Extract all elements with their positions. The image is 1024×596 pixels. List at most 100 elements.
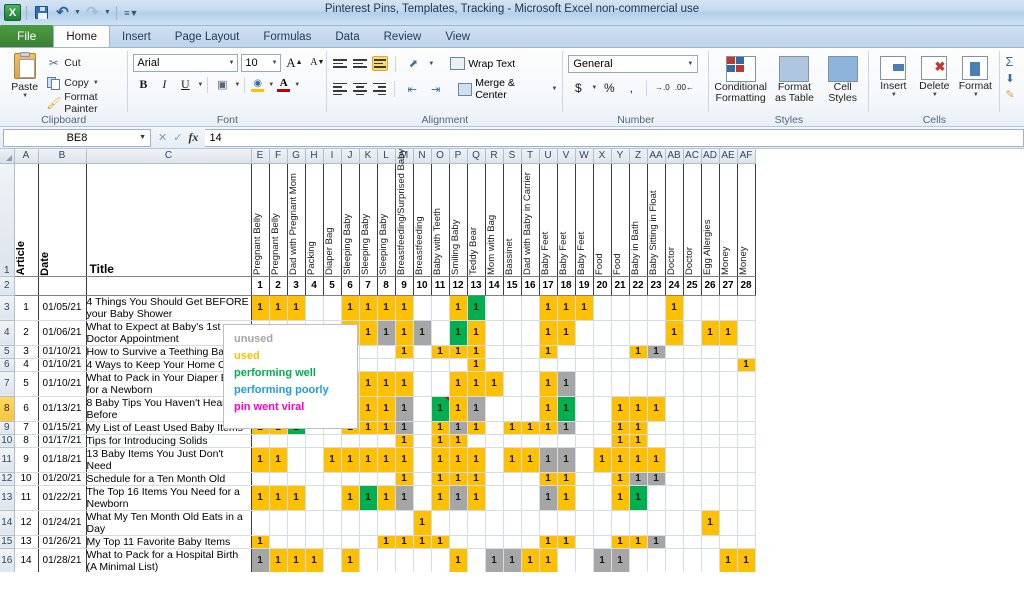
pin-cell[interactable] bbox=[359, 358, 378, 372]
pin-column-header-23[interactable]: Baby Sitting in Float bbox=[647, 163, 666, 277]
table-row[interactable]: 10 8 01/17/21 Tips for Introducing Solids 1 1… bbox=[0, 434, 756, 448]
pin-cell[interactable] bbox=[539, 358, 558, 372]
pin-cell[interactable] bbox=[737, 320, 756, 346]
row-header-15[interactable]: 15 bbox=[0, 535, 15, 549]
pin-cell[interactable] bbox=[665, 358, 684, 372]
pin-cell[interactable] bbox=[701, 548, 720, 572]
pin-number-7[interactable]: 7 bbox=[359, 276, 378, 296]
pin-cell[interactable] bbox=[701, 447, 720, 473]
align-right-button[interactable] bbox=[372, 82, 388, 97]
pin-cell[interactable] bbox=[737, 295, 756, 321]
pin-cell[interactable] bbox=[683, 510, 702, 536]
align-top-button[interactable] bbox=[332, 56, 348, 71]
pin-cell[interactable]: 1 bbox=[701, 510, 720, 536]
pin-cell[interactable] bbox=[485, 421, 504, 435]
wrap-text-button[interactable]: Wrap Text bbox=[450, 57, 515, 70]
pin-cell[interactable]: 1 bbox=[341, 447, 360, 473]
table-row[interactable]: 3 1 01/05/21 4 Things You Should Get BEFORE… bbox=[0, 295, 756, 321]
pin-column-header-28[interactable]: Money bbox=[737, 163, 756, 277]
pin-number-8[interactable]: 8 bbox=[377, 276, 396, 296]
pin-cell[interactable] bbox=[557, 358, 576, 372]
table-row[interactable]: 8 6 01/13/21 8 Baby Tips You Haven't Heard … bbox=[0, 396, 756, 422]
pin-column-header-2[interactable]: Pregnant Belly bbox=[269, 163, 288, 277]
pin-cell[interactable]: 1 bbox=[449, 447, 468, 473]
column-header-l[interactable]: L bbox=[377, 149, 396, 164]
merge-center-button[interactable]: Merge & Center ▼ bbox=[457, 77, 557, 101]
pin-cell[interactable] bbox=[521, 396, 540, 422]
pin-cell[interactable] bbox=[701, 485, 720, 511]
orientation-button[interactable]: ⬈ bbox=[403, 54, 423, 73]
pin-column-header-26[interactable]: Egg Allergies bbox=[701, 163, 720, 277]
column-header-af[interactable]: AF bbox=[737, 149, 756, 164]
pin-cell[interactable]: 1 bbox=[359, 485, 378, 511]
pin-cell[interactable]: 1 bbox=[449, 485, 468, 511]
column-header-b[interactable]: B bbox=[38, 149, 87, 164]
pin-cell[interactable]: 1 bbox=[269, 295, 288, 321]
column-header-g[interactable]: G bbox=[287, 149, 306, 164]
pin-cell[interactable] bbox=[647, 485, 666, 511]
pin-cell[interactable] bbox=[665, 345, 684, 359]
font-size-select[interactable]: 10 ▼ bbox=[241, 53, 282, 72]
column-header-k[interactable]: K bbox=[359, 149, 378, 164]
pin-cell[interactable] bbox=[431, 320, 450, 346]
paste-dropdown-icon[interactable]: ▼ bbox=[22, 93, 28, 99]
pin-cell[interactable] bbox=[323, 434, 342, 448]
fill-down-icon[interactable]: ⬇ bbox=[1005, 72, 1014, 85]
pin-cell[interactable] bbox=[647, 371, 666, 397]
pin-cell[interactable] bbox=[287, 510, 306, 536]
pin-cell[interactable] bbox=[737, 535, 756, 549]
pin-number-22[interactable]: 22 bbox=[629, 276, 648, 296]
pin-cell[interactable]: 1 bbox=[629, 421, 648, 435]
pin-cell[interactable]: 1 bbox=[467, 295, 486, 321]
pin-cell[interactable] bbox=[701, 421, 720, 435]
date-cell[interactable]: 01/05/21 bbox=[38, 295, 87, 321]
pin-cell[interactable] bbox=[593, 421, 612, 435]
pin-cell[interactable]: 1 bbox=[611, 434, 630, 448]
pin-cell[interactable] bbox=[431, 295, 450, 321]
pin-column-header-20[interactable]: Food bbox=[593, 163, 612, 277]
pin-cell[interactable] bbox=[665, 371, 684, 397]
pin-cell[interactable]: 1 bbox=[287, 295, 306, 321]
pin-cell[interactable]: 1 bbox=[377, 421, 396, 435]
pin-cell[interactable]: 1 bbox=[377, 371, 396, 397]
pin-cell[interactable] bbox=[629, 358, 648, 372]
pin-cell[interactable]: 1 bbox=[575, 295, 594, 321]
pin-cell[interactable] bbox=[737, 421, 756, 435]
row-header-8[interactable]: 8 bbox=[0, 396, 15, 422]
row-header-3[interactable]: 3 bbox=[0, 295, 15, 321]
pin-cell[interactable] bbox=[737, 396, 756, 422]
tab-home[interactable]: Home bbox=[53, 25, 111, 47]
fill-color-button[interactable]: ◉ bbox=[249, 75, 266, 94]
pin-cell[interactable] bbox=[413, 434, 432, 448]
font-color-dropdown-icon[interactable]: ▼ bbox=[294, 82, 300, 88]
pin-number-19[interactable]: 19 bbox=[575, 276, 594, 296]
pin-number-21[interactable]: 21 bbox=[611, 276, 630, 296]
table-row[interactable]: 13 11 01/22/21 The Top 16 Items You Need fo… bbox=[0, 485, 756, 511]
font-family-select[interactable]: Arial ▼ bbox=[133, 53, 239, 72]
pin-cell[interactable]: 1 bbox=[629, 535, 648, 549]
pin-number-12[interactable]: 12 bbox=[449, 276, 468, 296]
article-number-cell[interactable]: 5 bbox=[14, 371, 39, 397]
format-as-table-button[interactable]: Format as Table bbox=[771, 54, 818, 104]
pin-cell[interactable]: 1 bbox=[449, 396, 468, 422]
format-cells-button[interactable]: Format ▼ bbox=[956, 54, 994, 98]
pin-cell[interactable]: 1 bbox=[737, 548, 756, 572]
column-header-t[interactable]: T bbox=[521, 149, 540, 164]
pin-cell[interactable] bbox=[611, 295, 630, 321]
pin-number-11[interactable]: 11 bbox=[431, 276, 450, 296]
pin-cell[interactable]: 1 bbox=[719, 548, 738, 572]
pin-cell[interactable] bbox=[575, 396, 594, 422]
pin-cell[interactable]: 1 bbox=[503, 548, 522, 572]
insert-cells-button[interactable]: Insert ▼ bbox=[874, 54, 912, 98]
pin-cell[interactable]: 1 bbox=[521, 548, 540, 572]
increase-decimal-button[interactable]: →.0 bbox=[652, 78, 672, 97]
pin-cell[interactable]: 1 bbox=[323, 447, 342, 473]
pin-cell[interactable] bbox=[665, 434, 684, 448]
enter-formula-icon[interactable]: ✓ bbox=[173, 131, 182, 144]
pin-cell[interactable] bbox=[629, 295, 648, 321]
title-cell[interactable]: Schedule for a Ten Month Old bbox=[86, 472, 252, 486]
pin-cell[interactable]: 1 bbox=[611, 472, 630, 486]
pin-cell[interactable] bbox=[503, 396, 522, 422]
title-cell[interactable]: 4 Things You Should Get BEFORE your Baby… bbox=[86, 295, 252, 321]
pin-column-header-18[interactable]: Baby Feet bbox=[557, 163, 576, 277]
